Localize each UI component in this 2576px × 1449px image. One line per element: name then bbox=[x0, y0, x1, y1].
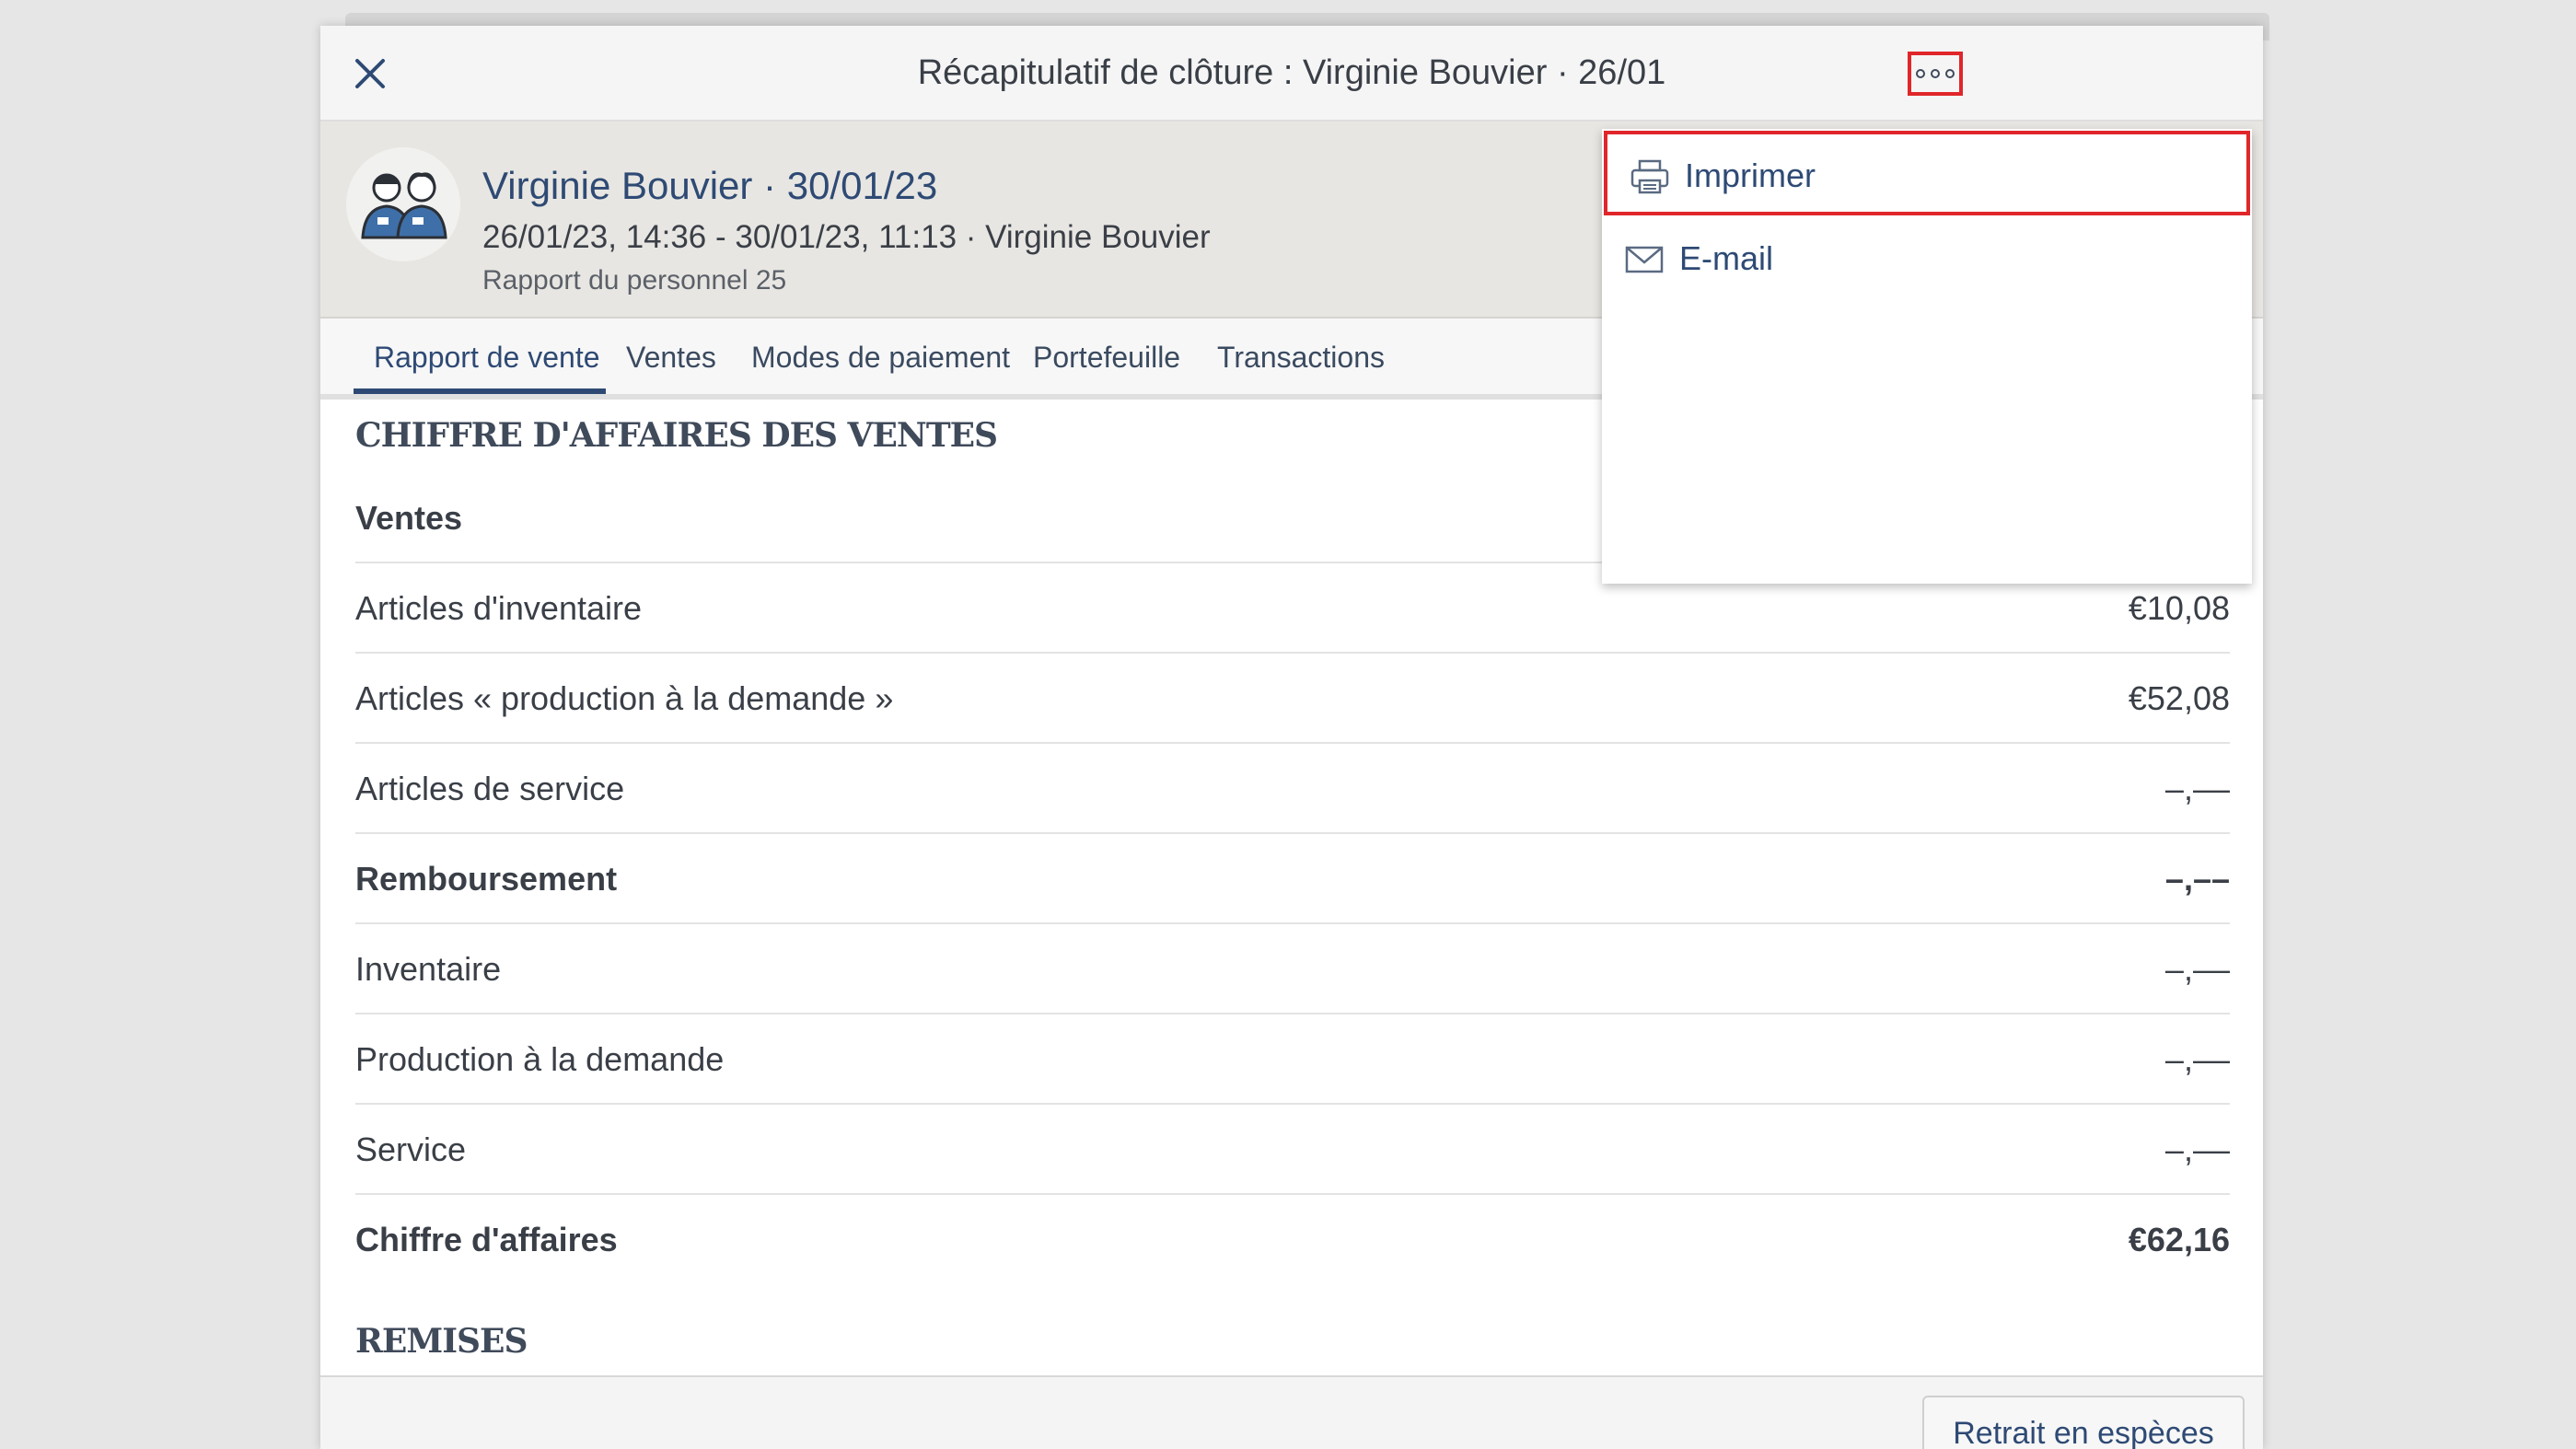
table-row: Remboursement –,–– bbox=[355, 834, 2230, 924]
row-value: –,–– bbox=[2164, 1040, 2230, 1078]
row-label: Service bbox=[355, 1130, 467, 1168]
menu-item-label: Imprimer bbox=[1685, 156, 1816, 194]
row-label: Production à la demande bbox=[355, 1040, 725, 1078]
more-options-dot bbox=[1931, 69, 1940, 78]
tab-transactions[interactable]: Transactions bbox=[1217, 341, 1385, 375]
row-label: Remboursement bbox=[355, 860, 618, 898]
row-label: Inventaire bbox=[355, 950, 502, 988]
row-value: €10,08 bbox=[2128, 589, 2230, 627]
row-label: Ventes bbox=[355, 499, 463, 537]
more-options-icon bbox=[1916, 69, 1925, 78]
row-label: Articles d'inventaire bbox=[355, 589, 643, 627]
row-value: €52,08 bbox=[2128, 679, 2230, 717]
menu-item-print[interactable]: Imprimer bbox=[1604, 131, 2250, 215]
more-options-dot bbox=[1945, 69, 1955, 78]
tab-sales[interactable]: Ventes bbox=[626, 341, 716, 375]
modal-title: Récapitulatif de clôture : Virginie Bouv… bbox=[917, 53, 1666, 92]
active-tab-indicator bbox=[354, 388, 606, 394]
row-value: –,–– bbox=[2164, 1130, 2230, 1168]
table-row: Articles « production à la demande » €52… bbox=[355, 654, 2230, 744]
table-row: Production à la demande –,–– bbox=[355, 1014, 2230, 1105]
section-title-discounts: REMISES bbox=[355, 1322, 528, 1361]
staff-avatar-icon bbox=[346, 147, 460, 261]
modal-top-bar: Récapitulatif de clôture : Virginie Bouv… bbox=[320, 26, 2263, 122]
cash-withdrawal-button[interactable]: Retrait en espèces bbox=[1922, 1396, 2245, 1449]
more-options-menu: Imprimer E-mail bbox=[1602, 129, 2252, 584]
table-row: Inventaire –,–– bbox=[355, 924, 2230, 1014]
tab-payment-methods[interactable]: Modes de paiement bbox=[751, 341, 1010, 375]
report-period: 26/01/23, 14:36 - 30/01/23, 11:13 · Virg… bbox=[482, 219, 1211, 255]
modal-footer: Retrait en espèces bbox=[320, 1375, 2263, 1449]
printer-icon bbox=[1630, 159, 1669, 194]
mail-icon bbox=[1625, 246, 1664, 273]
row-label: Articles de service bbox=[355, 770, 625, 807]
report-name: Virginie Bouvier · 30/01/23 bbox=[482, 164, 938, 207]
section-title-sales-revenue: CHIFFRE D'AFFAIRES DES VENTES bbox=[355, 416, 998, 455]
more-options-button[interactable] bbox=[1908, 52, 1963, 96]
row-value: –,–– bbox=[2164, 950, 2230, 988]
row-value: €62,16 bbox=[2128, 1221, 2230, 1258]
table-row: Chiffre d'affaires €62,16 bbox=[355, 1195, 2230, 1285]
row-value: –,–– bbox=[2164, 860, 2230, 898]
menu-item-label: E-mail bbox=[1679, 239, 1774, 277]
tab-wallet[interactable]: Portefeuille bbox=[1033, 341, 1180, 375]
menu-item-email[interactable]: E-mail bbox=[1602, 217, 2252, 302]
row-value: –,–– bbox=[2164, 770, 2230, 807]
tab-sales-report[interactable]: Rapport de vente bbox=[374, 341, 600, 375]
row-label: Chiffre d'affaires bbox=[355, 1221, 618, 1258]
row-label: Articles « production à la demande » bbox=[355, 679, 894, 717]
table-row: Articles de service –,–– bbox=[355, 744, 2230, 834]
table-row: Service –,–– bbox=[355, 1105, 2230, 1195]
report-number: Rapport du personnel 25 bbox=[482, 265, 787, 296]
